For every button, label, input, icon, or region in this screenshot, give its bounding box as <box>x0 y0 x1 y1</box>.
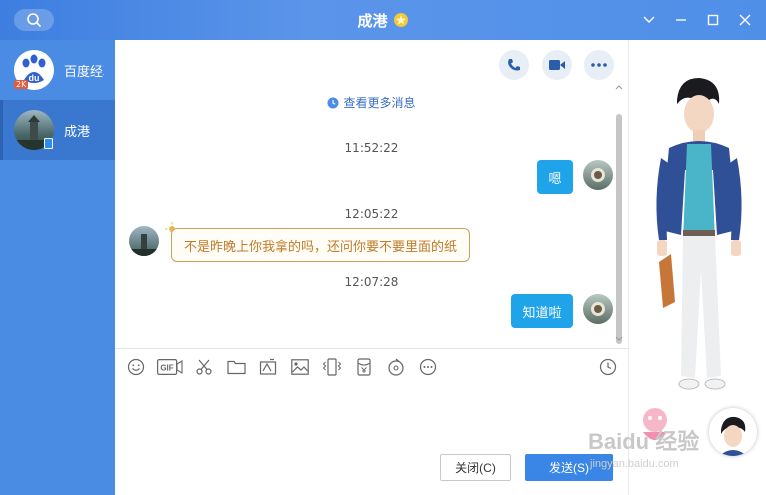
sidebar-item-label: 成港 <box>64 125 91 140</box>
my-avatar[interactable] <box>583 160 613 190</box>
shake-window-button[interactable] <box>321 356 343 378</box>
send-file-button[interactable] <box>225 356 247 378</box>
sidebar-item-label: 百度经验 <box>64 65 104 80</box>
star-icon <box>393 13 408 27</box>
screenshot-button[interactable] <box>193 356 215 378</box>
window-title: 成港 <box>357 11 388 30</box>
unread-badge: 2K <box>14 80 29 89</box>
show-avatar-figure[interactable] <box>629 40 766 420</box>
input-toolbar: GIF <box>125 356 439 378</box>
message-input[interactable] <box>125 382 618 446</box>
folder-icon <box>226 360 246 375</box>
message-scrollbar[interactable] <box>615 84 623 344</box>
message-timestamp: 12:07:28 <box>344 275 399 289</box>
message-text: 嗯 <box>548 171 562 187</box>
emoji-button[interactable] <box>125 356 147 378</box>
sidebar-item-baidu[interactable]: du 2K 百度经验 <box>0 40 115 100</box>
window-controls <box>636 0 758 40</box>
image-icon <box>291 359 309 375</box>
maximize-button[interactable] <box>700 7 726 33</box>
close-icon <box>739 14 751 26</box>
send-image-button[interactable] <box>289 356 311 378</box>
title-bar: 成港 <box>0 0 766 40</box>
gif-button[interactable]: GIF <box>157 356 183 378</box>
doodle-button[interactable] <box>257 356 279 378</box>
gif-label: GIF <box>160 364 173 373</box>
scrollbar-thumb[interactable] <box>616 114 622 344</box>
clock-icon <box>599 358 617 376</box>
my-avatar[interactable] <box>583 294 613 324</box>
chevron-down-icon <box>643 16 655 23</box>
dropdown-button[interactable] <box>636 7 662 33</box>
conversation-sidebar: du 2K 百度经验 成港 <box>0 40 115 495</box>
voice-call-button[interactable] <box>499 50 529 80</box>
message-timestamp: 11:52:22 <box>344 141 399 155</box>
small-avatar-thumbnail[interactable] <box>709 408 757 456</box>
baidu-watermark-url: jingyan.baidu.com <box>590 458 679 470</box>
outgoing-message-bubble[interactable]: 知道啦 <box>511 294 573 328</box>
my-avatar-image <box>591 168 605 182</box>
more-tools-button[interactable] <box>417 356 439 378</box>
chat-panel: 查看更多消息 11:52:22 嗯 12:05:22 不是昨晚上你我拿的吗，还问… <box>115 40 628 495</box>
close-button[interactable]: 关闭(C) <box>440 454 511 481</box>
contact-avatar[interactable] <box>129 226 159 256</box>
contact-avatar-image <box>129 234 159 256</box>
baidu-watermark: Baidu 经验 <box>588 429 700 454</box>
small-avatar-face-icon <box>719 416 747 456</box>
shake-icon <box>322 358 342 376</box>
ellipsis-icon <box>591 63 607 67</box>
message-text: 不是昨晚上你我拿的吗，还问你要不要里面的纸 <box>184 239 458 255</box>
gif-icon: GIF <box>157 359 183 375</box>
message-timestamp: 12:05:22 <box>344 207 399 221</box>
my-avatar-image <box>591 302 605 316</box>
input-divider <box>115 348 628 349</box>
maximize-icon <box>707 14 719 26</box>
chevron-up-icon <box>615 85 623 90</box>
message-history-button[interactable] <box>597 356 619 378</box>
minimize-icon <box>676 19 686 21</box>
minimize-button[interactable] <box>668 7 694 33</box>
close-window-button[interactable] <box>732 7 758 33</box>
message-text: 知道啦 <box>522 305 562 321</box>
view-more-messages-link[interactable]: 查看更多消息 <box>115 94 628 111</box>
sidebar-item-chenggang[interactable]: 成港 <box>0 100 115 160</box>
phone-icon <box>508 59 520 71</box>
outgoing-message-bubble[interactable]: 嗯 <box>537 160 573 194</box>
video-call-button[interactable] <box>542 50 572 80</box>
svg-text:du: du <box>29 73 40 83</box>
music-icon <box>388 358 404 376</box>
red-packet-button[interactable] <box>353 356 375 378</box>
ellipsis-circle-icon <box>419 358 437 376</box>
chevron-down-icon <box>615 336 623 341</box>
incoming-message-bubble[interactable]: 不是昨晚上你我拿的吗，还问你要不要里面的纸 <box>171 228 471 262</box>
smiley-icon <box>127 358 145 376</box>
mobile-online-icon <box>44 138 53 149</box>
doodle-icon <box>259 358 277 375</box>
music-button[interactable] <box>385 356 407 378</box>
red-packet-icon <box>357 358 371 376</box>
view-more-label: 查看更多消息 <box>343 96 416 110</box>
video-camera-icon <box>549 60 565 70</box>
scissors-icon <box>196 359 212 375</box>
clock-icon <box>327 97 339 108</box>
more-options-button[interactable] <box>584 50 614 80</box>
